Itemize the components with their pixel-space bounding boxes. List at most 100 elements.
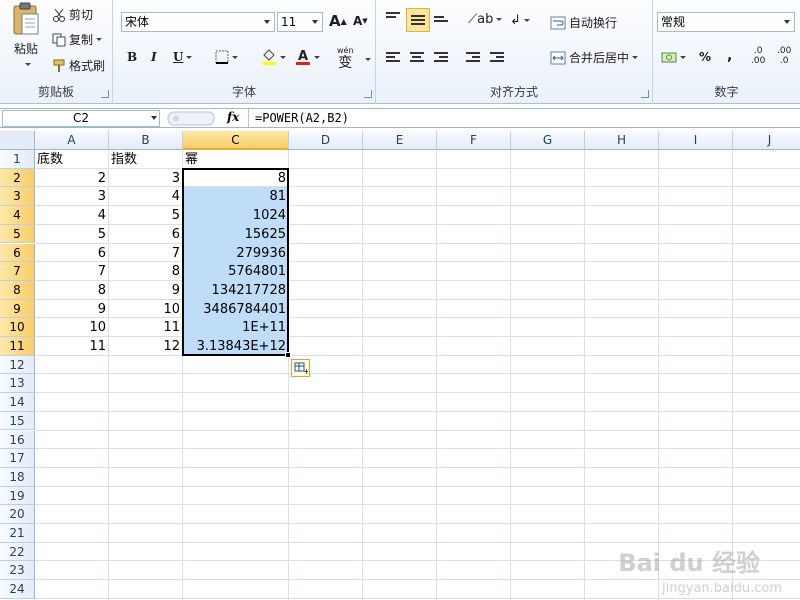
underline-dropdown-icon[interactable]: [186, 55, 193, 59]
row-header-12[interactable]: 12: [0, 355, 35, 375]
cell-a1[interactable]: 底数: [35, 151, 108, 169]
row-header-2[interactable]: 2: [0, 168, 35, 188]
name-box-dropdown-icon[interactable]: [151, 116, 157, 120]
percent-button[interactable]: %: [699, 50, 711, 64]
border-dropdown-icon[interactable]: [232, 55, 238, 59]
align-center-button[interactable]: [410, 50, 424, 64]
insert-function-button[interactable]: fx: [227, 110, 239, 124]
row-header-14[interactable]: 14: [0, 393, 35, 412]
cell-c6[interactable]: 279936: [183, 245, 288, 263]
cell-a5[interactable]: 5: [35, 226, 108, 244]
column-header-b[interactable]: B: [109, 131, 183, 150]
column-header-i[interactable]: I: [659, 131, 733, 150]
decrease-indent-button[interactable]: [466, 50, 480, 64]
column-header-g[interactable]: G: [511, 131, 585, 150]
cell-b7[interactable]: 8: [109, 263, 182, 281]
row-header-11[interactable]: 11: [0, 337, 35, 356]
row-header-10[interactable]: 10: [0, 318, 35, 337]
name-box[interactable]: C2: [2, 110, 160, 127]
italic-button[interactable]: I: [151, 50, 157, 64]
cell-a9[interactable]: 9: [35, 301, 108, 319]
shrink-font-button[interactable]: A ▼: [353, 14, 368, 28]
cell-c7[interactable]: 5764801: [183, 263, 288, 281]
font-color-button[interactable]: A: [295, 48, 320, 66]
column-header-h[interactable]: H: [585, 131, 659, 150]
cell-c3[interactable]: 81: [183, 188, 288, 206]
copy-button[interactable]: 复制: [52, 31, 103, 48]
cell-b6[interactable]: 7: [109, 245, 182, 263]
align-right-button[interactable]: [434, 50, 448, 64]
cell-a2[interactable]: 2: [35, 170, 108, 188]
format-painter-button[interactable]: 格式刷: [52, 57, 105, 74]
row-header-15[interactable]: 15: [0, 411, 35, 431]
cell-c9[interactable]: 3486784401: [183, 301, 288, 319]
row-header-23[interactable]: 23: [0, 561, 35, 581]
alignment-launcher-icon[interactable]: [641, 90, 649, 98]
fill-color-dropdown-icon[interactable]: [280, 55, 286, 59]
row-header-3[interactable]: 3: [0, 187, 35, 207]
cell-b9[interactable]: 10: [109, 301, 182, 319]
cell-a8[interactable]: 8: [35, 282, 108, 300]
row-header-19[interactable]: 19: [0, 486, 35, 506]
font-color-dropdown-icon[interactable]: [314, 55, 320, 59]
cell-c4[interactable]: 1024: [183, 207, 288, 225]
cell-a4[interactable]: 4: [35, 207, 108, 225]
orientation-button[interactable]: ⟋ab: [468, 12, 503, 27]
row-header-24[interactable]: 24: [0, 580, 35, 599]
font-family-select[interactable]: 宋体: [121, 12, 275, 32]
cell-c1[interactable]: 幂: [183, 151, 288, 169]
column-header-j[interactable]: J: [733, 131, 800, 150]
column-header-f[interactable]: F: [437, 131, 511, 150]
select-all-corner[interactable]: [0, 131, 35, 150]
cell-a10[interactable]: 10: [35, 319, 108, 337]
phonetic-dropdown-icon[interactable]: [365, 58, 371, 61]
comma-button[interactable]: ,: [727, 48, 732, 64]
cell-c8[interactable]: 134217728: [183, 282, 288, 300]
copy-dropdown-icon[interactable]: [96, 38, 103, 41]
paste-dropdown-icon[interactable]: [24, 63, 31, 66]
accounting-dropdown-icon[interactable]: [680, 55, 686, 59]
increase-indent-button[interactable]: [490, 50, 504, 64]
cell-c11[interactable]: 3.13843E+12: [183, 338, 288, 356]
spreadsheet-grid[interactable]: ABCDEFGHIJ 1 2 3 4 5 6 7 8 9 10 11 12 13 14 15 16 17 18 19…: [0, 131, 800, 600]
cell-b10[interactable]: 11: [109, 319, 182, 337]
row-header-9[interactable]: 9: [0, 299, 35, 319]
cell-b5[interactable]: 6: [109, 226, 182, 244]
row-header-5[interactable]: 5: [0, 224, 35, 244]
row-header-4[interactable]: 4: [0, 206, 35, 225]
row-header-1[interactable]: 1: [0, 150, 35, 169]
row-header-20[interactable]: 20: [0, 505, 35, 524]
phonetic-button[interactable]: wén 变: [337, 46, 354, 71]
text-direction-dropdown-icon[interactable]: [523, 19, 530, 22]
cell-b8[interactable]: 9: [109, 282, 182, 300]
paste-button[interactable]: 粘贴: [6, 2, 46, 74]
column-header-d[interactable]: D: [289, 131, 363, 150]
decrease-decimal-button[interactable]: .00 .0: [777, 46, 791, 66]
auto-fill-options-button[interactable]: +: [291, 358, 310, 377]
cell-b4[interactable]: 5: [109, 207, 182, 225]
column-header-e[interactable]: E: [363, 131, 437, 150]
fill-handle[interactable]: [285, 351, 291, 358]
increase-decimal-button[interactable]: .0 .00: [751, 46, 765, 66]
align-left-button[interactable]: [386, 50, 400, 64]
cell-a6[interactable]: 6: [35, 245, 108, 263]
cell-c2[interactable]: 8: [183, 170, 288, 188]
cell-b11[interactable]: 12: [109, 338, 182, 356]
merge-center-dropdown-icon[interactable]: [632, 56, 639, 59]
text-direction-button[interactable]: ↲: [510, 13, 530, 28]
font-launcher-icon[interactable]: [364, 90, 372, 98]
column-header-c[interactable]: C: [183, 131, 289, 150]
row-header-22[interactable]: 22: [0, 542, 35, 562]
row-header-21[interactable]: 21: [0, 524, 35, 543]
fill-color-button[interactable]: [261, 48, 286, 66]
underline-button[interactable]: U: [173, 50, 193, 64]
formula-input[interactable]: =POWER(A2,B2): [248, 109, 800, 127]
bold-button[interactable]: B: [127, 50, 137, 64]
cell-b3[interactable]: 4: [109, 188, 182, 206]
font-family-dropdown-icon[interactable]: [260, 13, 274, 31]
cell-c5[interactable]: 15625: [183, 226, 288, 244]
cut-button[interactable]: 剪切: [52, 6, 93, 23]
clipboard-launcher-icon[interactable]: [101, 90, 109, 98]
row-header-6[interactable]: 6: [0, 243, 35, 263]
align-middle-button[interactable]: [406, 8, 430, 32]
